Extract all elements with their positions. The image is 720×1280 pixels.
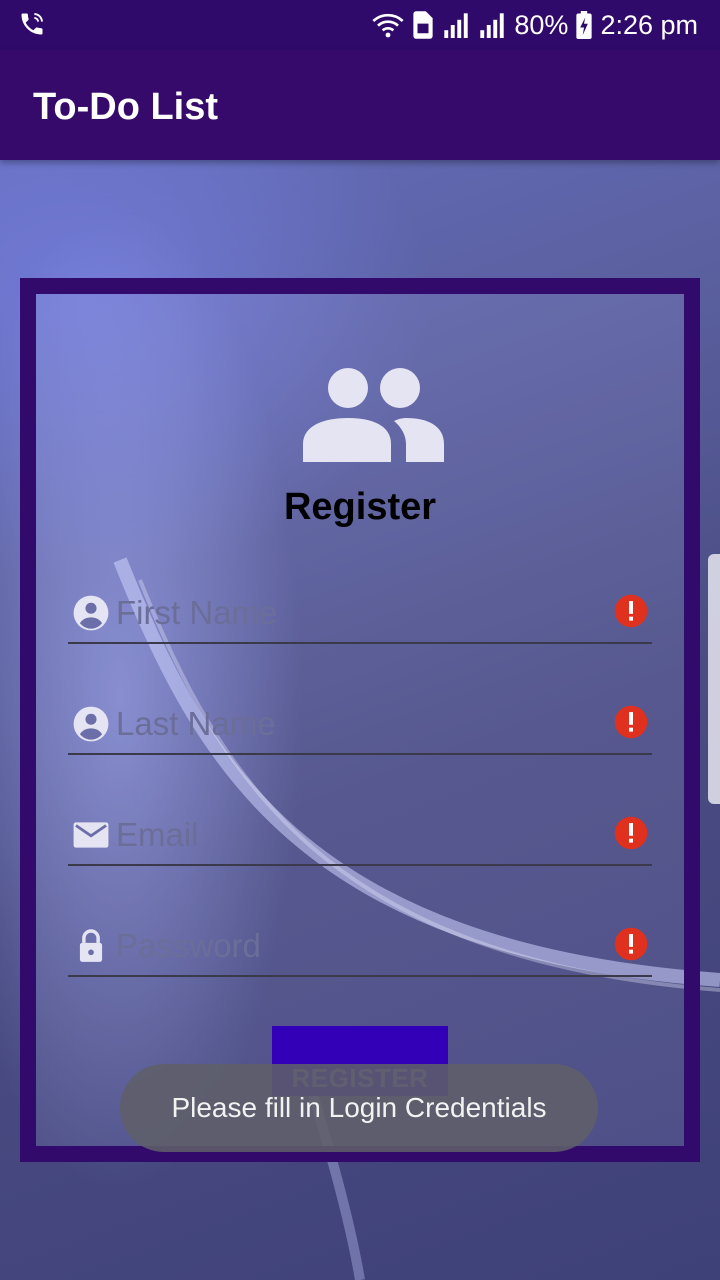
phone-call-icon [21,13,43,35]
password-field[interactable]: Password [68,921,652,977]
first-name-placeholder: First Name [116,594,278,631]
battery-percentage: 80% [514,9,569,40]
signal-icon [444,13,469,38]
last-name-field[interactable]: Last Name [68,699,652,755]
password-placeholder: Password [116,927,261,964]
register-card: Register First Name Last Name Email Pass… [20,278,700,1162]
app-bar: To-Do List [0,50,720,160]
lock-icon [79,929,103,962]
email-field[interactable]: Email [68,810,652,866]
register-heading: Register [283,486,437,528]
email-placeholder: Email [116,816,199,853]
error-icon [614,594,648,628]
sim-icon [413,11,434,39]
battery-charging-icon [576,11,593,39]
error-icon [614,927,648,961]
wifi-icon [372,13,404,38]
users-icon [303,368,444,462]
status-time: 2:26 pm [600,9,698,40]
last-name-placeholder: Last Name [116,705,276,742]
edge-panel-handle[interactable] [708,554,720,804]
mail-icon [73,822,109,848]
signal-icon [480,13,505,38]
first-name-field[interactable]: First Name [68,588,652,644]
error-icon [614,705,648,739]
app-title: To-Do List [33,86,219,128]
status-bar: 80% 2:26 pm [0,0,720,50]
account-circle-icon [73,595,109,631]
register-card-body: Register First Name Last Name Email Pass… [36,294,684,1146]
account-circle-icon [73,706,109,742]
error-icon [614,816,648,850]
toast-message: Please fill in Login Credentials [120,1064,598,1152]
